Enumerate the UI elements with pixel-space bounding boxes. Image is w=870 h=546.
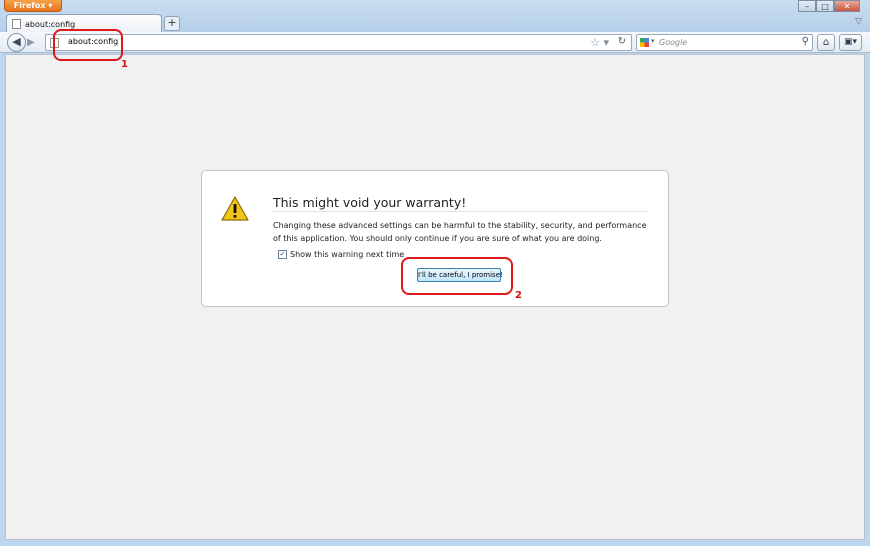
annotation-box-button [401, 257, 513, 295]
dialog-title: This might void your warranty! [273, 195, 467, 210]
new-tab-button[interactable]: + [164, 16, 180, 31]
firefox-menu-label: Firefox [13, 1, 46, 10]
google-icon[interactable] [640, 38, 649, 47]
magnifier-icon[interactable]: ⚲ [802, 36, 809, 47]
status-bar [0, 540, 870, 546]
divider [273, 211, 648, 212]
search-input[interactable]: Google [659, 38, 687, 47]
search-bar[interactable]: ▾ Google ⚲ [636, 34, 813, 51]
show-warning-label[interactable]: Show this warning next time [290, 250, 404, 259]
url-bar[interactable]: about:config ☆ ▾ ↻ [45, 34, 632, 51]
chevron-down-icon[interactable]: ▾ [651, 37, 655, 45]
forward-arrow-icon[interactable]: ▶ [27, 36, 39, 50]
home-icon[interactable]: ⌂ [817, 34, 835, 51]
close-icon[interactable]: ✕ [834, 0, 860, 12]
tab-title: about:config [25, 19, 76, 29]
star-icon[interactable]: ☆ ▾ [590, 36, 609, 49]
firefox-menu-button[interactable]: Firefox ▾ [4, 0, 62, 12]
dialog-body: Changing these advanced settings can be … [273, 221, 647, 243]
tab-list-icon[interactable]: ▽ [855, 17, 862, 27]
back-arrow-icon[interactable]: ◀ [7, 33, 26, 52]
addon-bar-icon[interactable]: ▣▾ [839, 34, 862, 51]
chevron-down-icon: ▾ [45, 1, 53, 10]
show-warning-checkbox[interactable]: ✓ [278, 250, 287, 259]
annotation-number-2: 2 [515, 290, 522, 301]
minimize-icon[interactable]: – [798, 0, 816, 12]
warning-triangle-icon [221, 196, 249, 221]
reload-icon[interactable]: ↻ [618, 36, 626, 47]
maximize-icon[interactable]: □ [816, 0, 834, 12]
annotation-number-1: 1 [121, 59, 128, 70]
page-favicon-icon [12, 19, 21, 29]
annotation-box-url [53, 29, 123, 61]
window-controls: – □ ✕ [798, 0, 860, 12]
